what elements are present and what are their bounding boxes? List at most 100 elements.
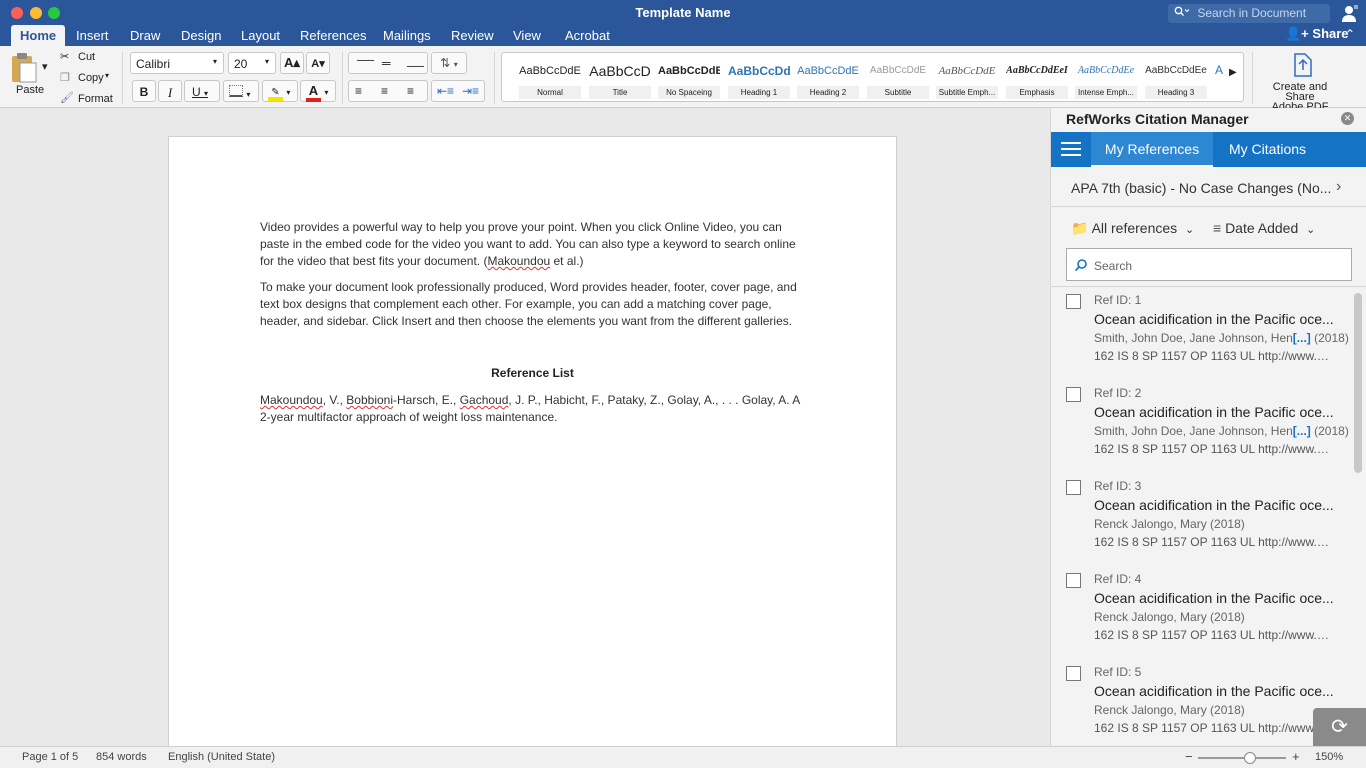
zoom-in-button[interactable]: + — [1292, 749, 1300, 764]
gallery-next-icon[interactable]: ▶ — [1229, 67, 1237, 78]
sort-filter[interactable]: ≡ Date Added ⌄ — [1213, 220, 1315, 236]
chevron-down-icon: ▾ — [246, 90, 251, 99]
tab-layout[interactable]: Layout — [241, 25, 280, 46]
style-heading-3[interactable]: AaBbCcDdEe Heading 3 — [1145, 56, 1207, 99]
chevron-right-icon[interactable]: › — [1336, 178, 1341, 196]
border-icon — [229, 85, 243, 97]
reference-item[interactable]: Ref ID: 4 Ocean acidification in the Pac… — [1051, 572, 1351, 665]
style-emphasis[interactable]: AaBbCcDdEeI Emphasis — [1006, 56, 1068, 99]
style-preview: AaBbCcDdE — [938, 65, 996, 77]
tab-references[interactable]: References — [300, 25, 366, 46]
reference-item[interactable]: Ref ID: 3 Ocean acidification in the Pac… — [1051, 479, 1351, 572]
tab-my-references[interactable]: My References — [1091, 132, 1213, 167]
tab-draw[interactable]: Draw — [130, 25, 160, 46]
zoom-slider-handle[interactable] — [1244, 752, 1256, 764]
tab-insert[interactable]: Insert — [76, 25, 109, 46]
share-label: Share — [1312, 26, 1349, 41]
decrease-indent-icon[interactable]: ⇤≡ — [437, 84, 454, 98]
highlighter-icon: ✎ — [268, 87, 283, 101]
style-heading-2[interactable]: AaBbCcDdE Heading 2 — [797, 56, 859, 99]
format-painter-button[interactable]: Format — [78, 93, 113, 105]
style-name: Subtitle — [867, 86, 929, 99]
font-size-value: 20 — [234, 57, 248, 71]
style-subtitle[interactable]: AaBbCcDdE Subtitle — [867, 56, 929, 99]
zoom-level[interactable]: 150% — [1315, 751, 1343, 763]
style-no-spacing[interactable]: AaBbCcDdE No Spaceing — [658, 56, 720, 99]
reference-checkbox[interactable] — [1066, 666, 1081, 681]
panel-tabs: My References My Citations — [1051, 132, 1366, 167]
style-subtitle-emphasis[interactable]: AaBbCcDdE Subtitle Emph... — [936, 56, 998, 99]
tab-home[interactable]: Home — [11, 25, 66, 46]
underline-button[interactable]: U ▾ — [184, 80, 220, 102]
tab-design[interactable]: Design — [181, 25, 221, 46]
bold-button[interactable]: B — [132, 80, 156, 102]
reference-item[interactable]: Ref ID: 5 Ocean acidification in the Pac… — [1051, 665, 1351, 758]
space-after-icon[interactable]: ── — [407, 59, 424, 73]
all-references-filter[interactable]: 📁 All references ⌄ — [1071, 220, 1194, 237]
close-icon[interactable]: ✕ — [1341, 112, 1354, 125]
style-heading-1[interactable]: AaBbCcDd Heading 1 — [728, 56, 790, 99]
citation-style-selector[interactable]: APA 7th (basic) - No Case Changes (No... — [1071, 180, 1356, 196]
hamburger-menu-icon[interactable] — [1061, 142, 1081, 156]
space-before-icon[interactable]: ── — [357, 53, 374, 67]
document-search-input[interactable]: Search in Document — [1168, 4, 1330, 23]
grow-font-button[interactable]: A▴ — [280, 52, 304, 74]
paste-dropdown-icon[interactable]: ▾ — [42, 60, 48, 73]
italic-button[interactable]: I — [158, 80, 182, 102]
chevron-down-icon: ▾ — [453, 60, 458, 69]
reference-checkbox[interactable] — [1066, 294, 1081, 309]
divider — [122, 52, 123, 104]
share-button[interactable]: 👤+ Share — [1285, 26, 1349, 42]
tab-my-citations[interactable]: My Citations — [1229, 141, 1306, 157]
document-page[interactable]: Video provides a powerful way to help yo… — [168, 136, 897, 756]
word-count[interactable]: 854 words — [96, 751, 147, 763]
tab-view[interactable]: View — [513, 25, 541, 46]
zoom-slider[interactable] — [1198, 757, 1286, 759]
copy-dropdown-icon[interactable]: ▾ — [105, 71, 109, 80]
user-account-icon[interactable] — [1340, 4, 1360, 24]
highlight-color-button[interactable]: ✎ ▾ — [262, 80, 298, 102]
reference-search-input[interactable]: Search — [1066, 248, 1352, 281]
chevron-down-icon: ▾ — [213, 57, 218, 66]
reference-checkbox[interactable] — [1066, 480, 1081, 495]
window-title: Template Name — [635, 5, 731, 20]
increase-indent-icon[interactable]: ⇥≡ — [462, 84, 479, 98]
language-indicator[interactable]: English (United State) — [168, 751, 275, 763]
more-authors-link[interactable]: [...] — [1293, 331, 1311, 345]
reference-checkbox[interactable] — [1066, 387, 1081, 402]
reference-id: Ref ID: 1 — [1094, 293, 1142, 307]
reference-item[interactable]: Ref ID: 1 Ocean acidification in the Pac… — [1051, 293, 1351, 386]
reference-title: Ocean acidification in the Pacific oce..… — [1094, 683, 1334, 699]
line-spacing-icon[interactable]: ═ — [382, 56, 391, 70]
reference-item[interactable]: Ref ID: 2 Ocean acidification in the Pac… — [1051, 386, 1351, 479]
style-title[interactable]: AaBbCcD Title — [589, 56, 651, 99]
more-authors-link[interactable]: [...] — [1293, 424, 1311, 438]
style-intense-emphasis[interactable]: AaBbCcDdEe Intense Emph... — [1075, 56, 1137, 99]
align-left-icon[interactable]: ≡ — [355, 84, 362, 98]
borders-button[interactable]: ▾ — [223, 80, 259, 102]
zoom-out-button[interactable]: − — [1185, 749, 1193, 764]
copy-button[interactable]: Copy — [78, 72, 104, 84]
text-direction-button[interactable]: ⇅ ▾ — [431, 52, 467, 74]
tab-acrobat[interactable]: Acrobat — [565, 25, 610, 46]
divider — [1051, 206, 1366, 207]
align-center-icon[interactable]: ≡ — [381, 84, 388, 98]
refresh-icon[interactable]: ⟳ — [1313, 708, 1366, 746]
style-name: Heading 2 — [797, 86, 859, 99]
font-size-select[interactable]: 20 ▾ — [228, 52, 276, 74]
cut-button[interactable]: Cut — [78, 51, 95, 63]
paste-button[interactable]: Paste — [16, 84, 44, 96]
sort-label: Date Added — [1225, 220, 1299, 236]
tab-review[interactable]: Review — [451, 25, 494, 46]
font-name-select[interactable]: Calibri ▾ — [130, 52, 224, 74]
reference-checkbox[interactable] — [1066, 573, 1081, 588]
panel-scrollbar[interactable] — [1354, 293, 1362, 473]
page-count[interactable]: Page 1 of 5 — [22, 751, 78, 763]
style-normal[interactable]: AaBbCcDdE Normal — [519, 56, 581, 99]
ref-author: Gachoud — [459, 393, 509, 407]
shrink-font-button[interactable]: A▾ — [306, 52, 330, 74]
tab-mailings[interactable]: Mailings — [383, 25, 431, 46]
collapse-ribbon-chevron-icon[interactable]: ⌃ — [1345, 27, 1355, 41]
align-right-icon[interactable]: ≡ — [407, 84, 414, 98]
font-color-button[interactable]: A ▾ — [300, 80, 336, 102]
